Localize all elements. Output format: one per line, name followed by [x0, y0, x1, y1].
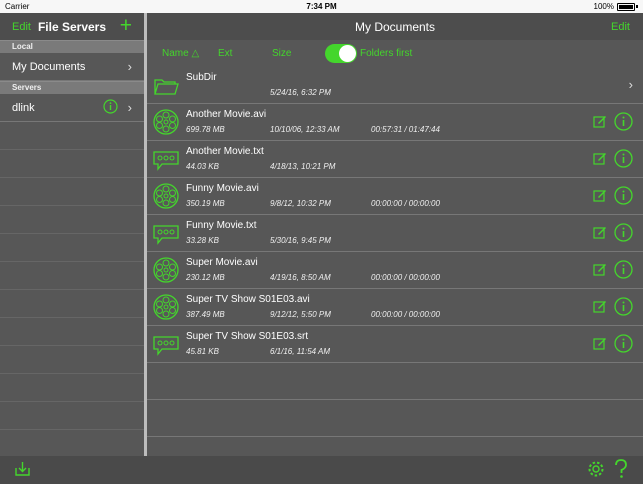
- section-header-servers: Servers: [0, 81, 144, 94]
- file-name: Super TV Show S01E03.avi: [186, 294, 310, 305]
- info-icon[interactable]: [614, 149, 633, 173]
- list-item[interactable]: Another Movie.avi 699.78 MB 10/10/06, 12…: [147, 104, 643, 141]
- edit-icon[interactable]: [593, 262, 607, 281]
- file-size: 699.78 MB: [186, 125, 225, 134]
- file-name: Another Movie.avi: [186, 109, 267, 120]
- info-icon[interactable]: [614, 223, 633, 247]
- download-icon[interactable]: [14, 460, 31, 482]
- file-size: 44.03 KB: [186, 162, 219, 171]
- sidebar-item-label: My Documents: [12, 61, 86, 73]
- edit-icon[interactable]: [593, 299, 607, 318]
- sort-bar: Name △ Ext Size Folders first: [147, 40, 643, 67]
- file-name: Super TV Show S01E03.srt: [186, 331, 309, 342]
- clock: 7:34 PM: [306, 2, 337, 11]
- file-date: 9/8/12, 10:32 PM: [270, 199, 331, 208]
- list-item[interactable]: Super TV Show S01E03.avi 387.49 MB 9/12/…: [147, 289, 643, 326]
- documents-panel: My Documents Edit Name △ Ext Size Folder…: [147, 13, 643, 456]
- file-date: 9/12/12, 5:50 PM: [270, 310, 331, 319]
- file-name: Funny Movie.txt: [186, 220, 257, 231]
- list-item[interactable]: Super Movie.avi 230.12 MB 4/19/16, 8:50 …: [147, 252, 643, 289]
- status-bar: Carrier 7:34 PM 100%: [0, 0, 643, 13]
- sort-name-button[interactable]: Name △: [162, 48, 199, 59]
- right-navbar: My Documents Edit: [147, 13, 643, 40]
- file-date: 10/10/06, 12:33 AM: [270, 125, 340, 134]
- file-list: SubDir 5/24/16, 6:32 PM › Another Movie.…: [147, 67, 643, 437]
- file-name: Another Movie.txt: [186, 146, 264, 157]
- edit-icon[interactable]: [593, 151, 607, 170]
- file-name: Super Movie.avi: [186, 257, 258, 268]
- file-duration: 00:57:31 / 01:47:44: [371, 125, 440, 134]
- battery-percent: 100%: [593, 2, 614, 11]
- info-icon[interactable]: [614, 334, 633, 358]
- edit-icon[interactable]: [593, 188, 607, 207]
- file-duration: 00:00:00 / 00:00:00: [371, 273, 440, 282]
- film-reel-icon: [153, 294, 179, 320]
- list-item[interactable]: Another Movie.txt 44.03 KB 4/18/13, 10:2…: [147, 141, 643, 178]
- subtitle-icon: [153, 220, 179, 246]
- film-reel-icon: [153, 183, 179, 209]
- list-item[interactable]: Funny Movie.avi 350.19 MB 9/8/12, 10:32 …: [147, 178, 643, 215]
- folders-first-label: Folders first: [360, 48, 413, 59]
- file-name: Funny Movie.avi: [186, 183, 259, 194]
- folders-first-toggle[interactable]: [325, 44, 357, 63]
- edit-icon[interactable]: [593, 225, 607, 244]
- file-size: 45.81 KB: [186, 347, 219, 356]
- sort-ext-button[interactable]: Ext: [218, 48, 232, 59]
- left-navbar: Edit File Servers +: [0, 13, 144, 40]
- battery-indicator: 100%: [594, 2, 638, 11]
- sidebar-item-label: dlink: [12, 102, 35, 114]
- file-duration: 00:00:00 / 00:00:00: [371, 199, 440, 208]
- subtitle-icon: [153, 331, 179, 357]
- list-item[interactable]: Funny Movie.txt 33.28 KB 5/30/16, 9:45 P…: [147, 215, 643, 252]
- film-reel-icon: [153, 109, 179, 135]
- list-item[interactable]: SubDir 5/24/16, 6:32 PM ›: [147, 67, 643, 104]
- info-icon[interactable]: [614, 112, 633, 136]
- file-date: 5/30/16, 9:45 PM: [270, 236, 331, 245]
- file-size: 350.19 MB: [186, 199, 225, 208]
- edit-icon[interactable]: [593, 336, 607, 355]
- file-size: 387.49 MB: [186, 310, 225, 319]
- info-icon[interactable]: [614, 297, 633, 321]
- file-date: 4/19/16, 8:50 AM: [270, 273, 331, 282]
- info-icon[interactable]: [614, 186, 633, 210]
- info-icon[interactable]: [614, 260, 633, 284]
- edit-icon[interactable]: [593, 114, 607, 133]
- chevron-right-icon: ›: [628, 77, 633, 92]
- info-icon[interactable]: [103, 99, 118, 117]
- file-size: 33.28 KB: [186, 236, 219, 245]
- file-date: 5/24/16, 6:32 PM: [270, 88, 331, 97]
- sidebar-item-my-documents[interactable]: My Documents ›: [0, 53, 144, 81]
- help-icon[interactable]: [612, 459, 630, 484]
- subtitle-icon: [153, 146, 179, 172]
- file-servers-panel: Edit File Servers + Local My Documents ›…: [0, 13, 144, 456]
- file-name: SubDir: [186, 72, 217, 83]
- file-duration: 00:00:00 / 00:00:00: [371, 310, 440, 319]
- right-edit-button[interactable]: Edit: [611, 21, 630, 33]
- section-header-local: Local: [0, 40, 144, 53]
- sort-size-button[interactable]: Size: [272, 48, 291, 59]
- chevron-right-icon: ›: [127, 59, 132, 74]
- file-size: 230.12 MB: [186, 273, 225, 282]
- list-item[interactable]: Super TV Show S01E03.srt 45.81 KB 6/1/16…: [147, 326, 643, 363]
- battery-icon: [617, 2, 635, 11]
- film-reel-icon: [153, 257, 179, 283]
- gear-icon[interactable]: [587, 460, 605, 483]
- bottom-toolbar: [0, 456, 643, 482]
- file-date: 6/1/16, 11:54 AM: [270, 347, 331, 356]
- file-date: 4/18/13, 10:21 PM: [270, 162, 336, 171]
- chevron-right-icon: ›: [127, 100, 132, 115]
- sidebar-item-dlink[interactable]: dlink ›: [0, 94, 144, 122]
- add-server-button[interactable]: +: [120, 15, 132, 36]
- page-title: My Documents: [354, 20, 436, 34]
- folder-icon: [153, 72, 179, 98]
